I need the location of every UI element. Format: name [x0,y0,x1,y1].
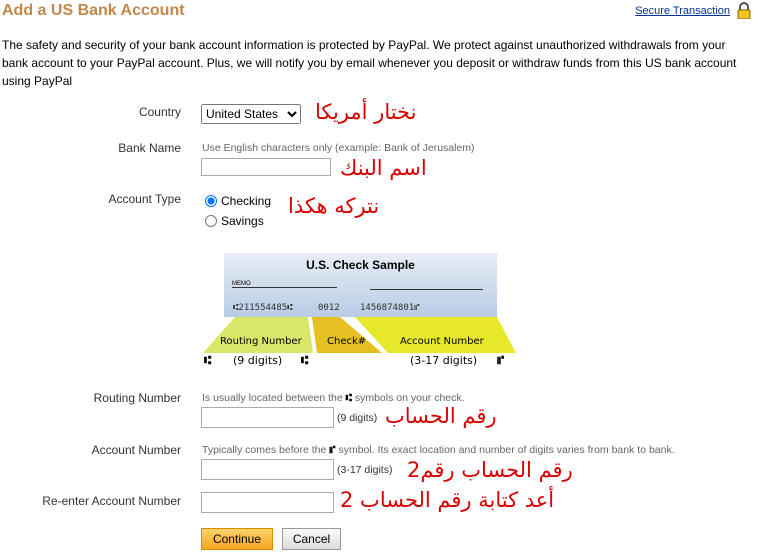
account-number-label: Account Number [91,443,181,457]
bank-name-hint: Use English characters only (example: Ba… [202,142,475,154]
reenter-account-input[interactable] [201,492,334,513]
bank-name-annotation: اسم البنك [340,156,427,180]
account-type-annotation: نتركه هكذا [288,194,380,218]
savings-radio-input[interactable] [205,215,217,227]
routing-annotation: رقم الحساب [385,404,497,428]
intro-text: The safety and security of your bank acc… [2,38,737,88]
padlock-icon [737,2,751,19]
routing-hint-text: Is usually located between the [202,392,343,404]
account-type-label: Account Type [108,192,182,206]
routing-digits-hint: (9 digits) [337,412,378,424]
account-digits: (3-17 digits) [410,354,478,367]
bank-name-label: Bank Name [118,141,181,155]
checking-radio[interactable]: Checking [205,194,271,208]
routing-number-input[interactable] [201,407,334,428]
checking-label: Checking [221,194,272,208]
check-sample: U.S. Check Sample MEMO ⑆211554485⑆ 0012 … [200,250,520,375]
bank-name-input[interactable] [201,158,331,176]
routing-hint: Is usually located between the ⑆ symbols… [202,392,465,404]
country-select[interactable]: United States [201,104,301,124]
check-callout-label: Check# [327,336,367,347]
onus-symbol-icon: ⑈ [329,444,336,456]
reenter-account-label: Re-enter Account Number [42,494,181,508]
account-digits-hint: (3-17 digits) [337,464,393,476]
routing-hint-text-2: symbols on your check. [354,392,465,404]
account-callout-label: Account Number [400,336,484,347]
reenter-annotation: أعد كتابة رقم الحساب 2 [340,488,555,512]
transit-symbol-icon: ⑆ [345,392,352,404]
country-label: Country [138,105,181,119]
checking-radio-input[interactable] [205,195,217,207]
country-annotation: نختار أمريكا [315,100,417,124]
routing-digits: (9 digits) [233,354,283,367]
savings-label: Savings [221,214,264,228]
routing-number-label: Routing Number [93,391,181,405]
secure-transaction-link[interactable]: Secure Transaction [635,5,730,17]
routing-callout [203,317,313,353]
savings-radio[interactable]: Savings [205,214,264,228]
account-hint: Typically comes before the ⑈ symbol. Its… [202,444,675,456]
transit-symbol-icon: ⑆ [204,353,212,367]
account-hint-text-2: symbol. Its exact location and number of… [338,444,675,456]
account-hint-text: Typically comes before the [202,444,327,456]
onus-symbol-icon: ⑈ [497,353,505,367]
routing-callout-label: Routing Number [220,336,302,347]
account-callout [355,317,516,353]
account-number-input[interactable] [201,459,334,480]
transit-symbol-icon-2: ⑆ [301,353,309,367]
account-annotation: رقم الحساب رقم2 [407,458,573,482]
cancel-button[interactable]: Cancel [282,528,341,550]
continue-button[interactable]: Continue [201,528,273,550]
page-title: Add a US Bank Account [2,2,185,19]
